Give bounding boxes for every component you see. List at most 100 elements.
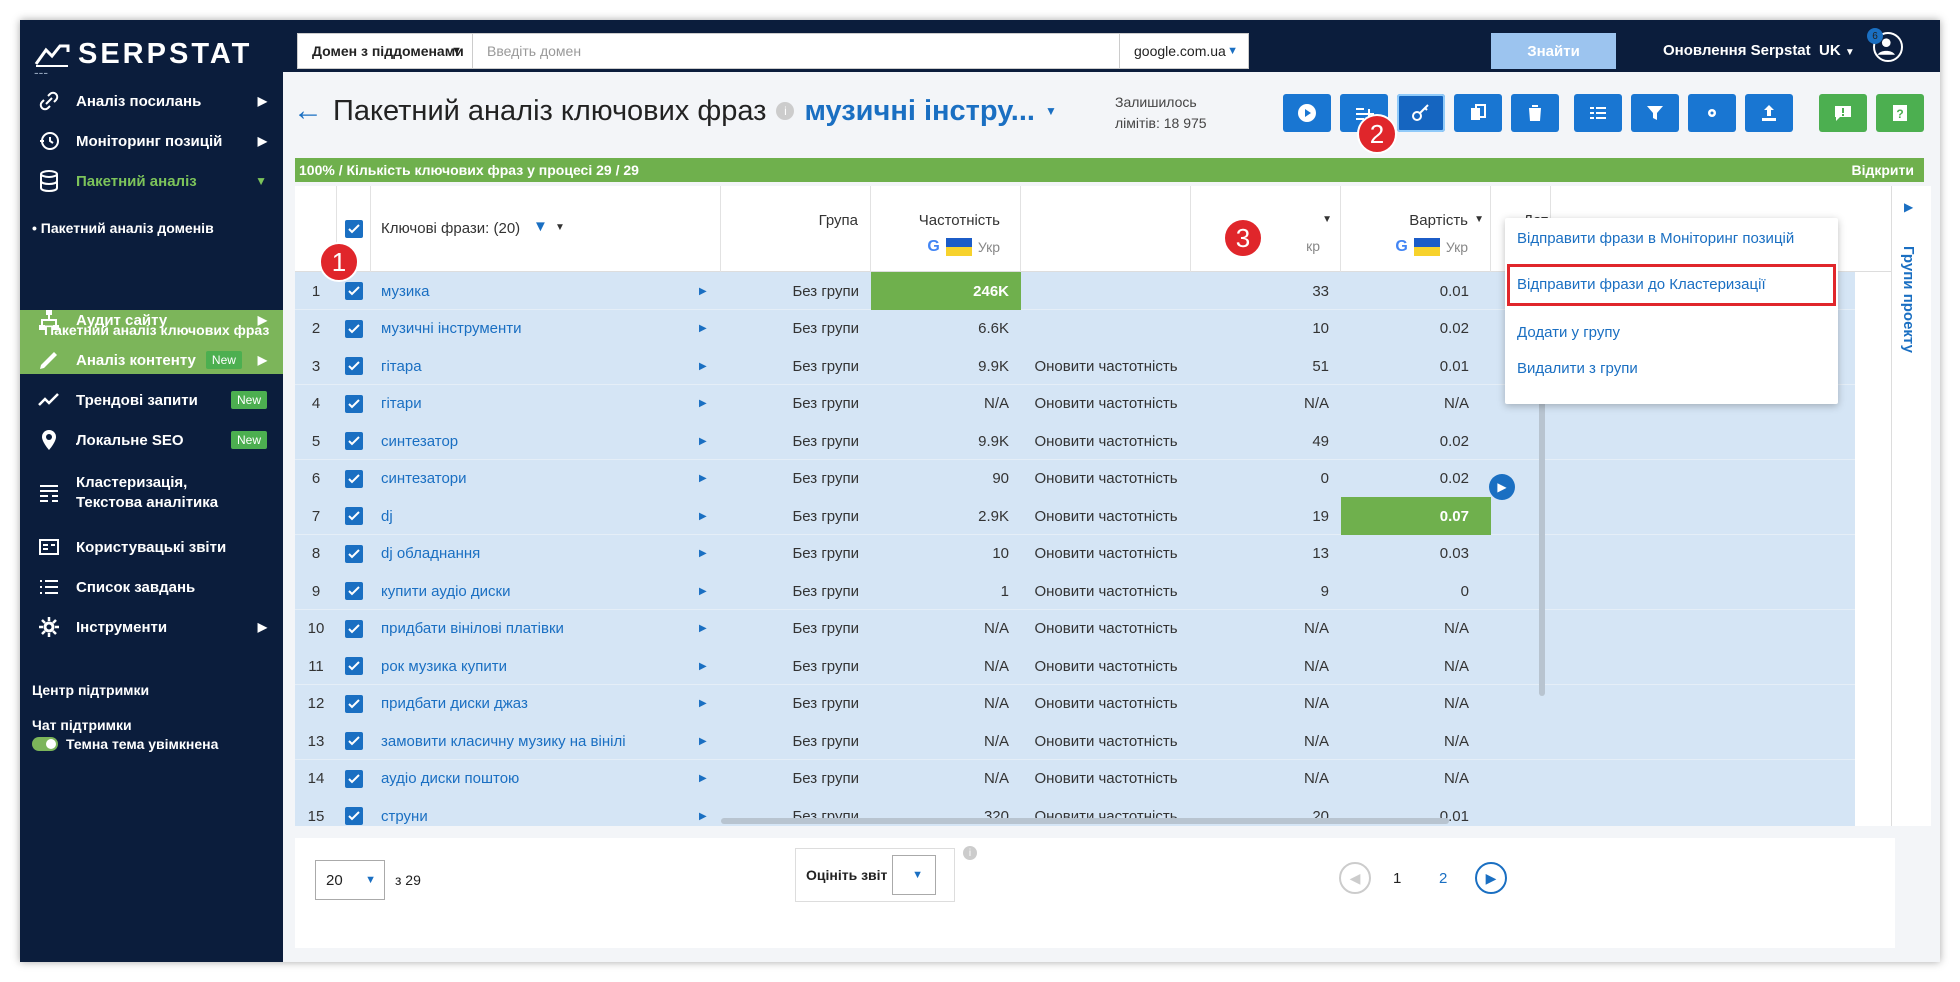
sidebar-item-local-seo[interactable]: Локальне SEO New (20, 417, 283, 463)
update-frequency-link[interactable] (1021, 310, 1191, 348)
keyword-link[interactable]: музика (371, 272, 699, 310)
language-select[interactable]: UK ▼ (1819, 42, 1855, 59)
row-checkbox-cell[interactable] (345, 385, 363, 423)
keyword-link[interactable]: синтезатори (371, 460, 699, 498)
row-checkbox[interactable] (345, 469, 363, 488)
keyword-link[interactable]: гітари (371, 385, 699, 423)
sidebar-sub-domains[interactable]: • Пакетний аналіз доменів (32, 220, 214, 236)
table-row[interactable]: 12 придбати диски джаз Без групи N/A Оновити… (295, 684, 1855, 723)
expand-row-icon[interactable]: ▶ (699, 422, 707, 460)
row-checkbox-cell[interactable] (345, 797, 363, 826)
back-arrow-icon[interactable]: ← (293, 94, 323, 128)
next-page-button[interactable]: ▶ (1475, 862, 1507, 894)
update-frequency-link[interactable]: Оновити частотність (1021, 347, 1191, 385)
table-row[interactable]: 7 dj Без групи 2.9K Оновити частотність 19 0.0… (295, 497, 1855, 535)
serpstat-logo[interactable]: SERPSTAT (34, 38, 252, 71)
keyword-link[interactable]: dj (371, 497, 699, 535)
sidebar-item-clustering[interactable]: Кластеризація, Текстова аналітика (20, 465, 283, 521)
expand-row-icon[interactable]: ▶ (699, 797, 707, 826)
keyword-link[interactable]: гітара (371, 347, 699, 385)
keyword-link[interactable]: замовити класичну музику на вінілі (371, 722, 699, 760)
header-group[interactable]: Група (721, 186, 871, 272)
update-frequency-link[interactable]: Оновити частотність (1021, 385, 1191, 423)
keyword-link[interactable]: музичні інструменти (371, 310, 699, 348)
info-icon[interactable]: i (776, 102, 795, 120)
help-button[interactable]: ? (1876, 94, 1924, 132)
support-center-link[interactable]: Центр підтримки (32, 682, 149, 698)
expand-row-icon[interactable]: ▶ (699, 460, 707, 498)
update-frequency-link[interactable]: Оновити частотність (1021, 497, 1191, 535)
row-checkbox-cell[interactable] (345, 497, 363, 535)
row-checkbox[interactable] (345, 582, 363, 600)
caret-down-icon[interactable]: ▼ (1045, 104, 1057, 118)
rate-select[interactable]: ▼ (892, 855, 936, 895)
feedback-button[interactable] (1819, 94, 1867, 132)
expand-row-icon[interactable]: ▶ (699, 572, 707, 610)
row-checkbox[interactable] (345, 732, 363, 750)
row-checkbox[interactable] (345, 619, 363, 638)
find-button[interactable]: Знайти (1491, 33, 1616, 69)
expand-row-icon[interactable]: ▶ (699, 385, 707, 423)
row-checkbox[interactable] (345, 807, 363, 825)
keys-action-button[interactable] (1397, 94, 1445, 132)
row-checkbox[interactable] (345, 694, 363, 713)
row-checkbox[interactable] (345, 657, 363, 675)
row-checkbox[interactable] (345, 319, 363, 338)
delete-button[interactable] (1511, 94, 1559, 132)
row-checkbox-cell[interactable] (345, 535, 363, 573)
row-checkbox-cell[interactable] (345, 610, 363, 648)
horizontal-scrollbar[interactable] (721, 818, 1449, 824)
update-frequency-link[interactable]: Оновити частотність (1021, 572, 1191, 610)
expand-panel-button[interactable]: ▶ (1489, 474, 1515, 500)
expand-row-icon[interactable]: ▶ (699, 647, 707, 685)
settings-button[interactable] (1688, 94, 1736, 132)
engine-dropdown[interactable]: google.com.ua ▼ (1119, 33, 1249, 69)
dark-theme-toggle[interactable]: Темна тема увімкнена (32, 736, 218, 752)
expand-row-icon[interactable]: ▶ (699, 310, 707, 348)
menu-item-add-group[interactable]: Додати у групу (1517, 324, 1620, 341)
update-frequency-link[interactable]: Оновити частотність (1021, 647, 1191, 685)
row-checkbox[interactable] (345, 282, 363, 300)
row-checkbox-cell[interactable] (345, 685, 363, 723)
expand-row-icon[interactable]: ▶ (699, 347, 707, 385)
table-row[interactable]: 10 придбати вінілові платівки Без групи N/A… (295, 609, 1855, 648)
scope-dropdown[interactable]: Домен з піддоменами ▼ (297, 33, 473, 69)
menu-item-send-monitoring[interactable]: Відправити фрази в Моніторинг позицій (1517, 230, 1794, 247)
keyword-link[interactable]: рок музика купити (371, 647, 699, 685)
keyword-link[interactable]: синтезатор (371, 422, 699, 460)
table-row[interactable]: 11 рок музика купити Без групи N/A Оновити ч… (295, 647, 1855, 685)
row-checkbox-cell[interactable] (345, 460, 363, 498)
row-checkbox[interactable] (345, 432, 363, 450)
row-checkbox[interactable] (345, 507, 363, 525)
update-frequency-link[interactable]: Оновити частотність (1021, 610, 1191, 648)
table-row[interactable]: 13 замовити класичну музику на вінілі Без … (295, 722, 1855, 760)
update-frequency-link[interactable]: Оновити частотність (1021, 535, 1191, 573)
sidebar-item-tools[interactable]: Інструменти ▶ (20, 604, 283, 650)
row-checkbox[interactable] (345, 769, 363, 788)
table-row[interactable]: 5 синтезатор Без групи 9.9K Оновити частотні… (295, 422, 1855, 460)
keyword-link[interactable]: купити аудіо диски (371, 572, 699, 610)
expand-row-icon[interactable]: ▶ (699, 760, 707, 798)
filter-icon[interactable]: ▼ (533, 218, 548, 235)
row-checkbox-cell[interactable] (345, 347, 363, 385)
expand-row-icon[interactable]: ▶ (699, 685, 707, 723)
sort-icon[interactable]: ▼ (1474, 214, 1484, 225)
keyword-link[interactable]: струни (371, 797, 699, 826)
row-checkbox-cell[interactable] (345, 722, 363, 760)
per-page-select[interactable]: 20 ▼ (315, 860, 385, 900)
domain-search-input[interactable]: Введіть домен (472, 33, 1120, 69)
row-checkbox-cell[interactable] (345, 422, 363, 460)
caret-down-icon[interactable]: ▼ (555, 222, 565, 233)
support-chat-link[interactable]: Чат підтримки (32, 717, 132, 733)
row-checkbox[interactable] (345, 544, 363, 563)
toggle-switch[interactable] (32, 737, 58, 751)
page-1[interactable]: 1 (1393, 870, 1401, 887)
export-button[interactable] (1745, 94, 1793, 132)
keyword-link[interactable]: dj обладнання (371, 535, 699, 573)
update-frequency-link[interactable]: Оновити частотність (1021, 722, 1191, 760)
table-row[interactable]: 8 dj обладнання Без групи 10 Оновити частотн… (295, 534, 1855, 573)
row-checkbox-cell[interactable] (345, 647, 363, 685)
select-all-checkbox[interactable] (345, 220, 363, 238)
sidebar-item-batch[interactable]: Пакетний аналіз ▼ (20, 158, 283, 204)
filter-button[interactable] (1631, 94, 1679, 132)
